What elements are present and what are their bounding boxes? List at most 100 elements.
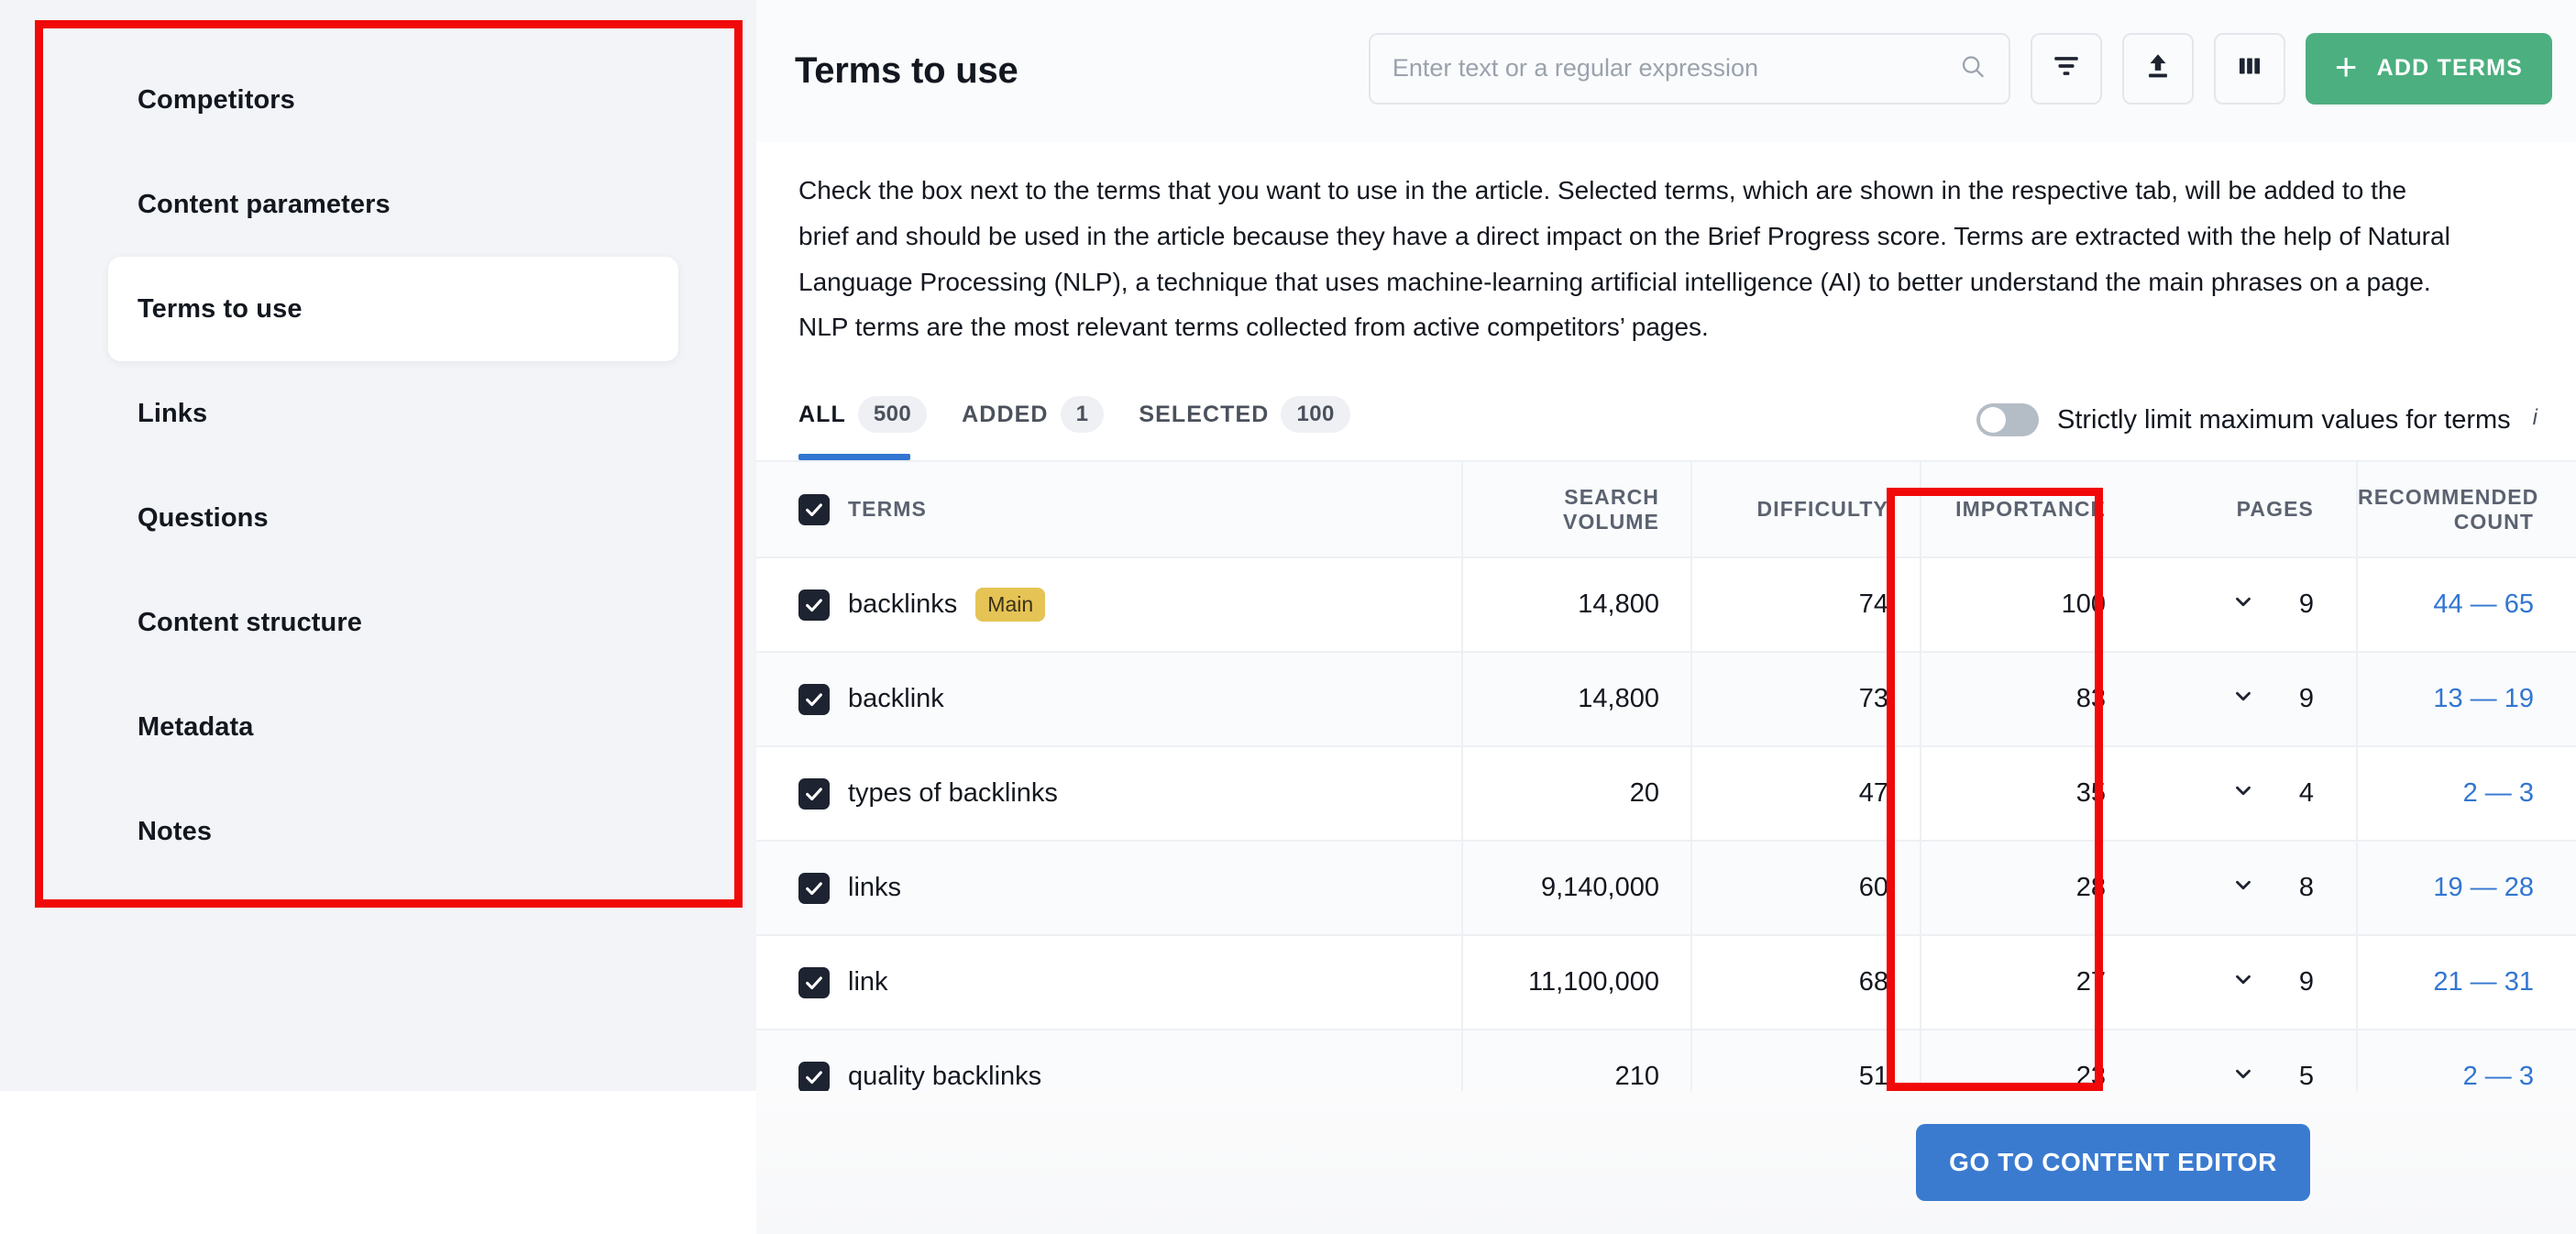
row-checkbox[interactable] <box>798 966 830 998</box>
term-label: links <box>848 873 902 903</box>
toolbar: Terms to use Enter text or a regular exp… <box>756 0 2576 142</box>
select-all-checkbox[interactable] <box>798 493 830 525</box>
search-volume-line1: SEARCH <box>1564 484 1659 509</box>
chevron-down-icon[interactable] <box>2231 1062 2255 1093</box>
main-panel: Terms to use Enter text or a regular exp… <box>756 0 2576 1126</box>
tab-selected[interactable]: SELECTED 100 <box>1139 396 1350 460</box>
chevron-down-icon[interactable] <box>2231 873 2255 904</box>
cell-search-volume: 14,800 <box>1461 557 1691 654</box>
chevron-down-icon[interactable] <box>2231 778 2255 810</box>
column-header-terms[interactable]: TERMS <box>756 460 1462 559</box>
toolbar-actions: + ADD TERMS <box>1368 32 2552 110</box>
cell-pages: 8 <box>2137 841 2357 937</box>
row-checkbox[interactable] <box>798 1061 830 1093</box>
row-checkbox[interactable] <box>798 872 830 904</box>
sidebar-item-questions[interactable]: Questions <box>0 466 756 570</box>
sidebar-item-competitors[interactable]: Competitors <box>0 48 756 152</box>
table-row[interactable]: links 9,140,000 60 28 8 19 — 28 <box>756 841 2576 937</box>
cell-recommended-count[interactable]: 21 — 31 <box>2356 935 2576 1031</box>
column-header-terms-label: TERMS <box>848 497 927 522</box>
pages-value: 9 <box>2298 684 2314 714</box>
chevron-down-icon[interactable] <box>2231 589 2255 621</box>
sidebar-item-label: Content structure <box>138 607 362 637</box>
sidebar-item-label: Notes <box>138 816 213 846</box>
cell-term: types of backlinks <box>756 746 1462 843</box>
recommended-line2: COUNT <box>2453 509 2534 534</box>
page-title: Terms to use <box>795 50 1018 91</box>
search-input[interactable] <box>1392 54 1987 83</box>
cell-recommended-count[interactable]: 13 — 19 <box>2356 652 2576 748</box>
table-body: backlinks Main 14,800 74 100 9 44 — 65 backlink… <box>756 557 2576 1126</box>
column-header-importance[interactable]: IMPORTANCE <box>1920 460 2137 559</box>
sidebar-item-label: Competitors <box>138 84 295 115</box>
table-row[interactable]: backlinks Main 14,800 74 100 9 44 — 65 <box>756 557 2576 654</box>
table-header: TERMS SEARCH VOLUME DIFFICULTY IMPORTANC… <box>756 460 2576 559</box>
pages-label: PAGES <box>2236 497 2314 522</box>
plus-icon: + <box>2334 44 2359 88</box>
tab-label: ADDED <box>962 401 1049 427</box>
column-header-recommended-count[interactable]: RECOMMENDED COUNT <box>2356 460 2576 559</box>
table-row[interactable]: backlink 14,800 73 83 9 13 — 19 <box>756 652 2576 748</box>
upload-icon <box>2142 50 2174 86</box>
cell-term: link <box>756 935 1462 1031</box>
cell-importance: 100 <box>1920 557 2137 654</box>
sidebar-item-label: Metadata <box>138 711 254 742</box>
term-label: link <box>848 967 888 997</box>
pages-value: 9 <box>2298 967 2314 997</box>
cell-difficulty: 47 <box>1690 746 1921 843</box>
cell-difficulty: 74 <box>1690 557 1921 654</box>
terms-table: TERMS SEARCH VOLUME DIFFICULTY IMPORTANC… <box>756 460 2576 1126</box>
add-terms-button[interactable]: + ADD TERMS <box>2305 32 2552 105</box>
tab-count-badge: 500 <box>857 396 928 434</box>
cell-difficulty: 68 <box>1690 935 1921 1031</box>
search-volume-line2: VOLUME <box>1563 509 1659 534</box>
row-checkbox[interactable] <box>798 589 830 621</box>
chevron-down-icon[interactable] <box>2231 684 2255 715</box>
difficulty-label: DIFFICULTY <box>1756 497 1888 522</box>
search-icon <box>1959 52 1987 84</box>
sidebar: Competitors Content parameters Terms to us… <box>0 0 756 1091</box>
cell-recommended-count[interactable]: 19 — 28 <box>2356 841 2576 937</box>
table-row[interactable]: link 11,100,000 68 27 9 21 — 31 <box>756 935 2576 1031</box>
tab-added[interactable]: ADDED 1 <box>962 396 1105 460</box>
footer-bar: GO TO CONTENT EDITOR <box>0 1091 2576 1234</box>
chevron-down-icon[interactable] <box>2231 967 2255 998</box>
table-header-row: TERMS SEARCH VOLUME DIFFICULTY IMPORTANC… <box>756 460 2576 559</box>
row-checkbox[interactable] <box>798 683 830 715</box>
main-badge: Main <box>975 588 1046 623</box>
sidebar-item-notes[interactable]: Notes <box>0 779 756 884</box>
sidebar-item-terms-to-use[interactable]: Terms to use <box>108 257 678 361</box>
app-root: Competitors Content parameters Terms to us… <box>0 0 2576 1234</box>
table-row[interactable]: types of backlinks 20 47 35 4 2 — 3 <box>756 746 2576 843</box>
cell-pages: 4 <box>2137 746 2357 843</box>
strict-limit-toggle-group[interactable]: Strictly limit maximum values for terms … <box>1976 403 2537 460</box>
tab-count-badge: 100 <box>1281 396 1350 434</box>
sidebar-item-label: Questions <box>138 502 269 533</box>
sidebar-item-content-parameters[interactable]: Content parameters <box>0 152 756 257</box>
sidebar-item-links[interactable]: Links <box>0 361 756 466</box>
columns-button[interactable] <box>2213 32 2285 105</box>
column-header-search-volume[interactable]: SEARCH VOLUME <box>1461 460 1691 559</box>
pages-value: 8 <box>2298 873 2314 903</box>
column-header-difficulty[interactable]: DIFFICULTY <box>1690 460 1921 559</box>
info-icon[interactable]: i <box>2533 405 2537 431</box>
tab-label: SELECTED <box>1139 401 1270 427</box>
term-label: types of backlinks <box>848 778 1058 809</box>
go-to-content-editor-button[interactable]: GO TO CONTENT EDITOR <box>1916 1124 2310 1201</box>
sidebar-item-content-structure[interactable]: Content structure <box>0 570 756 675</box>
row-checkbox[interactable] <box>798 777 830 810</box>
export-button[interactable] <box>2121 32 2194 105</box>
strict-limit-toggle[interactable] <box>1976 403 2039 437</box>
cell-difficulty: 73 <box>1690 652 1921 748</box>
cell-recommended-count[interactable]: 44 — 65 <box>2356 557 2576 654</box>
sidebar-item-metadata[interactable]: Metadata <box>0 675 756 779</box>
column-header-pages[interactable]: PAGES <box>2137 460 2357 559</box>
pages-value: 5 <box>2298 1062 2314 1092</box>
term-label: backlink <box>848 684 944 714</box>
tab-count-badge: 1 <box>1060 396 1105 434</box>
search-box[interactable] <box>1368 32 2010 105</box>
tab-all[interactable]: ALL 500 <box>798 396 928 461</box>
footer-inner: GO TO CONTENT EDITOR <box>756 1091 2576 1234</box>
filter-button[interactable] <box>2030 32 2102 105</box>
cell-recommended-count[interactable]: 2 — 3 <box>2356 746 2576 843</box>
